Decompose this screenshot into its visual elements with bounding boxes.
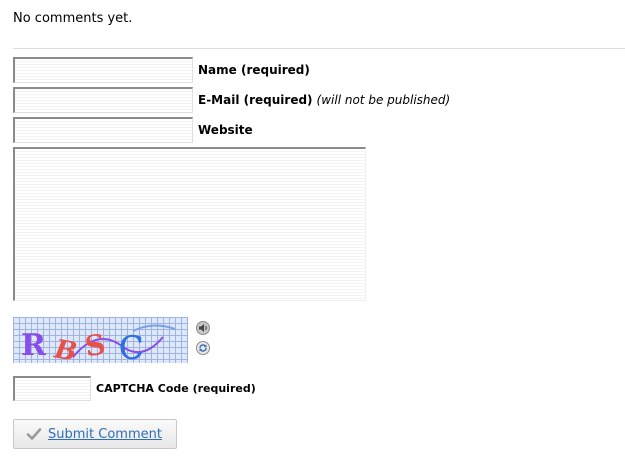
email-privacy-note: (will not be published) <box>316 93 451 107</box>
email-input[interactable] <box>13 87 193 113</box>
divider <box>13 48 625 49</box>
captcha-code-label: CAPTCHA Code (required) <box>96 382 256 395</box>
captcha-letter-c: C <box>119 329 143 363</box>
captcha-letter-s: S <box>83 328 108 363</box>
submit-comment-label: Submit Comment <box>48 426 162 442</box>
submit-comment-button[interactable]: Submit Comment <box>13 419 177 449</box>
captcha-letter-b: B <box>51 334 79 363</box>
refresh-icon[interactable] <box>196 340 210 355</box>
name-input[interactable] <box>13 57 193 83</box>
no-comments-message: No comments yet. <box>13 11 133 26</box>
captcha-letter-r: R <box>21 328 47 363</box>
check-icon <box>26 428 42 440</box>
email-field-row: E-Mail (required) (will not be published) <box>13 87 450 113</box>
speaker-icon[interactable] <box>196 320 210 335</box>
comment-textarea[interactable] <box>13 147 366 301</box>
captcha-code-input[interactable] <box>13 376 91 401</box>
email-label-text: E-Mail (required) <box>198 93 313 107</box>
name-label: Name (required) <box>198 63 310 77</box>
captcha-field-row: CAPTCHA Code (required) <box>13 376 256 401</box>
email-label: E-Mail (required) (will not be published) <box>198 93 450 107</box>
name-field-row: Name (required) <box>13 57 310 83</box>
website-input[interactable] <box>13 117 193 143</box>
website-label: Website <box>198 123 253 137</box>
captcha-image: R B S C <box>13 317 188 363</box>
comment-section: No comments yet. Name (required) E-Mail … <box>0 0 625 471</box>
website-field-row: Website <box>13 117 253 143</box>
